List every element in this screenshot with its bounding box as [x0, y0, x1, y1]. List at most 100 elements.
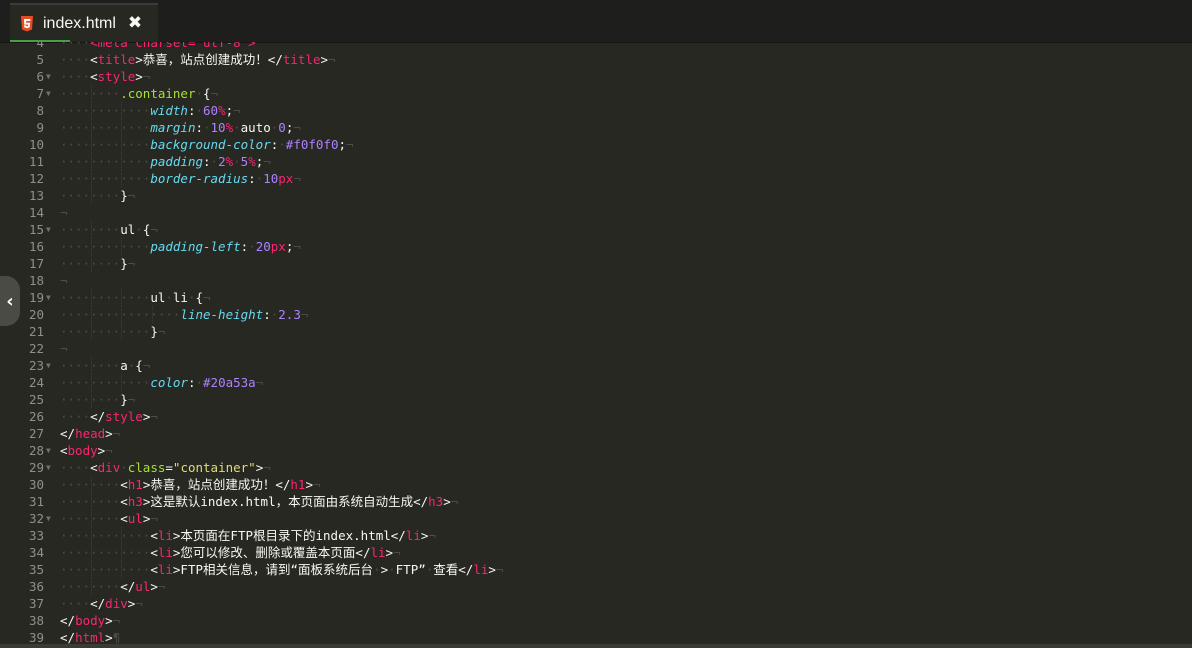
line-number: 35 — [28, 562, 44, 577]
code-editor[interactable]: 4 ····<meta charset="utf-8"> 5 ····<title>恭… — [0, 42, 1192, 644]
line-number: 11 — [28, 154, 44, 169]
code-text: ····<meta charset="utf-8"> — [60, 42, 256, 51]
line-number: 34 — [28, 545, 44, 560]
token-tag: li — [157, 562, 173, 577]
token-nl: ¬ — [263, 154, 271, 169]
code-line[interactable]: 29 ▼ ····<div·class="container">¬ — [0, 459, 1192, 476]
code-line[interactable]: 30 ········<h1>恭喜，站点创建成功！</h1>¬ — [0, 476, 1192, 493]
code-line[interactable]: 5 ····<title>恭喜，站点创建成功！</title>¬ — [0, 51, 1192, 68]
code-line[interactable]: 34 ············<li>您可以修改、删除或覆盖本页面</li>¬ — [0, 544, 1192, 561]
sidebar-toggle-chevron-left-icon[interactable]: ‹ — [0, 276, 20, 326]
line-number: 12 — [28, 171, 44, 186]
fold-arrow-icon[interactable]: ▼ — [46, 357, 51, 374]
token-nl: ¬ — [142, 69, 151, 84]
token-plain: a — [120, 358, 128, 373]
code-line[interactable]: 27 </head>¬ — [0, 425, 1192, 442]
code-text: ············background-color:·#f0f0f0;¬ — [60, 136, 354, 153]
token-plain: : — [248, 171, 256, 186]
fold-arrow-icon[interactable]: ▼ — [46, 221, 51, 238]
code-text: ········}¬ — [60, 255, 135, 272]
line-number: 38 — [28, 613, 44, 628]
code-line[interactable]: 12 ············border-radius:·10px¬ — [0, 170, 1192, 187]
token-plain: < — [150, 562, 158, 577]
token-plain: } — [120, 392, 128, 407]
code-line[interactable]: 35 ············<li>FTP相关信息，请到“面板系统后台·>·FT… — [0, 561, 1192, 578]
token-plain: < — [120, 477, 128, 492]
code-text: ····</div>¬ — [60, 595, 143, 612]
line-number: 7 — [36, 86, 44, 101]
line-number: 13 — [28, 188, 44, 203]
line-number: 28 — [28, 443, 44, 458]
code-line[interactable]: 10 ············background-color:·#f0f0f0;… — [0, 136, 1192, 153]
code-line[interactable]: 28 ▼ <body>¬ — [0, 442, 1192, 459]
fold-arrow-icon[interactable]: ▼ — [46, 442, 51, 459]
fold-arrow-icon[interactable]: ▼ — [46, 85, 51, 102]
token-tag: body — [75, 613, 106, 628]
code-line[interactable]: 4 ····<meta charset="utf-8"> — [0, 42, 1192, 51]
code-line[interactable]: 32 ▼ ········<ul>¬ — [0, 510, 1192, 527]
code-line[interactable]: 15 ▼ ········ul·{¬ — [0, 221, 1192, 238]
code-line[interactable]: 37 ····</div>¬ — [0, 595, 1192, 612]
code-line[interactable]: 8 ············width:·60%;¬ — [0, 102, 1192, 119]
code-line[interactable]: 17 ········}¬ — [0, 255, 1192, 272]
code-line[interactable]: 24 ············color:·#20a53a¬ — [0, 374, 1192, 391]
code-text: <body>¬ — [60, 442, 113, 459]
token-nl: ¬ — [428, 528, 436, 543]
fold-arrow-icon[interactable]: ▼ — [46, 289, 51, 306]
token-ws: · — [388, 562, 396, 577]
token-unit: % — [248, 154, 256, 169]
code-line[interactable]: 23 ▼ ········a·{¬ — [0, 357, 1192, 374]
token-nl: ¬ — [150, 511, 158, 526]
token-tag: div — [105, 596, 128, 611]
code-line[interactable]: 9 ············margin:·10%·auto·0;¬ — [0, 119, 1192, 136]
whitespace-marker: ············ — [60, 528, 151, 543]
code-line[interactable]: 38 </body>¬ — [0, 612, 1192, 629]
code-line[interactable]: 22 ¬ — [0, 340, 1192, 357]
code-text: ········}¬ — [60, 391, 135, 408]
code-line[interactable]: 21 ············}¬ — [0, 323, 1192, 340]
horizontal-scrollbar[interactable] — [0, 644, 1192, 648]
line-number: 16 — [28, 239, 44, 254]
html5-icon — [20, 15, 34, 32]
code-line[interactable]: 13 ········}¬ — [0, 187, 1192, 204]
code-text: ············padding-left:·20px;¬ — [60, 238, 301, 255]
whitespace-marker: ···· — [60, 409, 91, 424]
token-nl: ¬ — [495, 562, 504, 577]
code-text: ············<li>本页面在FTP根目录下的index.html</… — [60, 527, 436, 544]
code-text: ¬ — [60, 204, 68, 221]
code-line[interactable]: 36 ········</ul>¬ — [0, 578, 1192, 595]
token-ws: · — [187, 290, 196, 305]
close-icon[interactable]: ✖ — [128, 15, 142, 32]
line-number: 39 — [28, 630, 44, 644]
code-line[interactable]: 14 ¬ — [0, 204, 1192, 221]
code-text: </html>¶ — [60, 629, 120, 644]
line-number: 14 — [28, 205, 44, 220]
code-line[interactable]: 11 ············padding:·2%·5%;¬ — [0, 153, 1192, 170]
code-line[interactable]: 16 ············padding-left:·20px;¬ — [0, 238, 1192, 255]
code-line[interactable]: 7 ▼ ········.container·{¬ — [0, 85, 1192, 102]
code-line[interactable]: 33 ············<li>本页面在FTP根目录下的index.html… — [0, 527, 1192, 544]
fold-arrow-icon[interactable]: ▼ — [46, 68, 51, 85]
code-line[interactable]: 39 </html>¶ — [0, 629, 1192, 644]
fold-arrow-icon[interactable]: ▼ — [46, 510, 51, 527]
code-line[interactable]: 19 ▼ ············ul·li·{¬ — [0, 289, 1192, 306]
line-number: 25 — [28, 392, 44, 407]
token-nl: ¬ — [312, 477, 321, 492]
token-num: 60 — [203, 103, 219, 118]
token-plain: : — [195, 120, 203, 135]
code-text: ····<style>¬ — [60, 68, 150, 85]
token-num: 2 — [218, 154, 226, 169]
code-line[interactable]: 20 ················line-height:·2.3¬ — [0, 306, 1192, 323]
whitespace-marker: ········ — [60, 358, 121, 373]
token-ws: · — [195, 375, 204, 390]
tab-index-html[interactable]: index.html ✖ — [10, 3, 158, 42]
code-text: ············ul·li·{¬ — [60, 289, 211, 306]
code-line[interactable]: 6 ▼ ····<style>¬ — [0, 68, 1192, 85]
code-line[interactable]: 26 ····</style>¬ — [0, 408, 1192, 425]
whitespace-marker: ········ — [60, 188, 121, 203]
code-line[interactable]: 25 ········}¬ — [0, 391, 1192, 408]
fold-arrow-icon[interactable]: ▼ — [46, 459, 51, 476]
code-line[interactable]: 31 ········<h3>这是默认index.html，本页面由系统自动生成<… — [0, 493, 1192, 510]
line-number: 36 — [28, 579, 44, 594]
code-line[interactable]: 18 ¬ — [0, 272, 1192, 289]
